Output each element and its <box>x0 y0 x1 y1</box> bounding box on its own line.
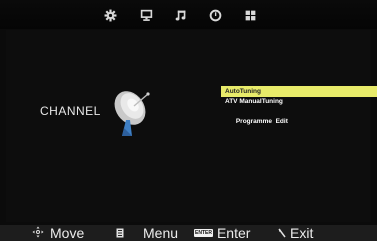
tv-osd-screen: CHANNEL AutoTuning ATV ManualTuning Prog… <box>0 0 377 241</box>
enter-key-badge: ENTER <box>194 229 213 237</box>
gear-icon[interactable] <box>102 7 118 23</box>
menu-label: Menu <box>143 225 179 241</box>
channel-menu: AutoTuning ATV ManualTuning Programme Ed… <box>221 86 377 125</box>
hint-bar: Move Menu ENTER Enter Exit <box>0 225 377 241</box>
menu-item-label: ATV ManualTuning <box>225 98 283 105</box>
enter-label: Enter <box>216 225 251 241</box>
menu-item-autotuning[interactable]: AutoTuning <box>221 86 377 97</box>
return-arrow-icon <box>278 225 286 241</box>
enter-hint: ENTER Enter <box>194 225 250 241</box>
main-panel <box>6 30 371 222</box>
menu-item-label: Programme Edit <box>235 118 288 125</box>
move-arrows-icon <box>32 225 44 241</box>
satellite-dish-icon <box>108 88 154 140</box>
exit-hint: Exit <box>278 225 313 241</box>
menu-key-icon <box>116 225 124 241</box>
exit-label: Exit <box>290 225 314 241</box>
music-note-icon[interactable] <box>172 7 188 23</box>
category-bar <box>0 0 377 29</box>
page-title: CHANNEL <box>40 104 101 118</box>
menu-hint: Menu <box>116 225 178 241</box>
grid-icon[interactable] <box>242 7 258 23</box>
menu-item-label: AutoTuning <box>225 88 261 95</box>
menu-item-atv-manual-tuning[interactable]: ATV ManualTuning <box>221 97 377 107</box>
menu-item-programme-edit[interactable]: Programme Edit <box>221 107 377 125</box>
monitor-icon[interactable] <box>138 7 154 23</box>
clock-icon[interactable] <box>207 7 223 23</box>
move-label: Move <box>50 225 85 241</box>
move-hint: Move <box>32 225 84 241</box>
